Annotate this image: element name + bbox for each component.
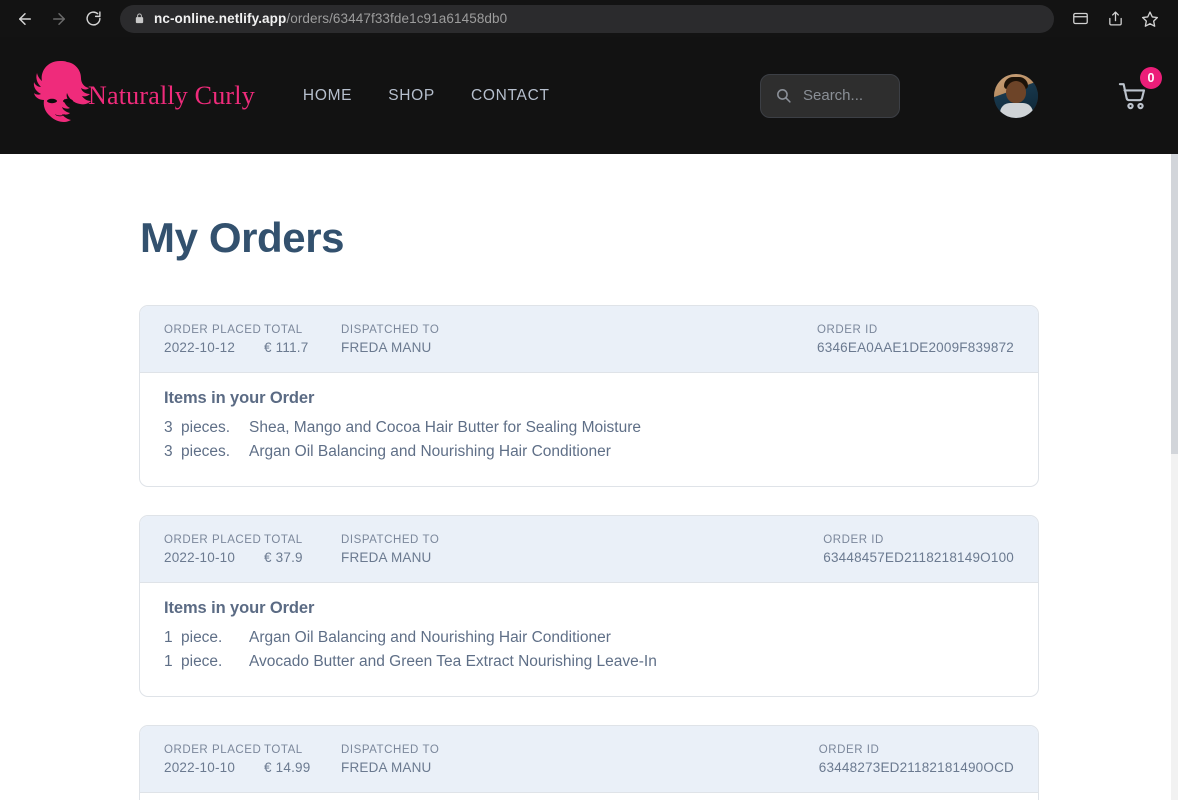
order-summary-header: ORDER PLACED 2022-10-12 TOTAL € 111.7 DI… <box>140 306 1038 373</box>
nav-link-contact[interactable]: CONTACT <box>471 87 550 105</box>
back-arrow-icon[interactable] <box>10 4 40 34</box>
order-summary-header: ORDER PLACED 2022-10-10 TOTAL € 14.99 DI… <box>140 726 1038 793</box>
share-icon[interactable] <box>1099 4 1131 34</box>
cart-count-badge: 0 <box>1140 66 1162 89</box>
curly-hair-woman-logo <box>33 60 91 122</box>
header-right: Search... 0 <box>760 66 1162 118</box>
order-placed-value: 2022-10-10 <box>164 550 236 565</box>
list-item: 1 piece. Argan Oil Balancing and Nourish… <box>164 626 1014 650</box>
search-placeholder: Search... <box>803 87 864 104</box>
order-items: Items in your Order 1 piece. Argan Oil B… <box>140 583 1038 696</box>
list-item: 1 piece. Avocado Butter and Green Tea Ex… <box>164 650 1014 674</box>
order-total-label: TOTAL <box>264 534 303 546</box>
item-unit: pieces. <box>181 443 231 460</box>
order-card[interactable]: ORDER PLACED 2022-10-12 TOTAL € 111.7 DI… <box>139 305 1039 487</box>
browser-actions <box>1064 4 1168 34</box>
order-total-value: € 14.99 <box>264 760 311 775</box>
order-id-label: ORDER ID <box>823 534 884 546</box>
item-qty: 1 <box>164 653 173 670</box>
dispatched-to-label: DISPATCHED TO <box>341 324 440 336</box>
dispatched-to-label: DISPATCHED TO <box>341 744 440 756</box>
site-header: Naturally Curly HOME SHOP CONTACT Search… <box>0 37 1178 154</box>
item-qty: 3 <box>164 443 173 460</box>
dispatched-to-value: FREDA MANU <box>341 550 432 565</box>
cart-button[interactable]: 0 <box>1116 66 1162 111</box>
item-unit: piece. <box>181 653 223 670</box>
order-id-value: 63448457ED2118218149O100 <box>823 550 1014 565</box>
order-placed-value: 2022-10-10 <box>164 760 236 775</box>
logo-text: Naturally Curly <box>88 80 255 110</box>
search-input[interactable]: Search... <box>760 73 900 118</box>
order-id-value: 6346EA0AAE1DE2009F839872 <box>817 340 1014 355</box>
order-items: Items in your Order 3 pieces. Shea, Mang… <box>140 373 1038 486</box>
order-placed-label: ORDER PLACED <box>164 324 262 336</box>
url-path: /orders/63447f33fde1c91a61458db0 <box>286 11 508 26</box>
nav-link-shop[interactable]: SHOP <box>388 87 435 105</box>
page-content: My Orders ORDER PLACED 2022-10-12 TOTAL … <box>0 154 1178 800</box>
card-icon[interactable] <box>1064 4 1096 34</box>
reload-icon[interactable] <box>78 4 108 34</box>
orders-list: ORDER PLACED 2022-10-12 TOTAL € 111.7 DI… <box>139 262 1039 800</box>
site-logo[interactable]: Naturally Curly <box>30 57 255 135</box>
item-name: Argan Oil Balancing and Nourishing Hair … <box>249 443 611 460</box>
page-title: My Orders <box>140 214 345 261</box>
order-total-value: € 37.9 <box>264 550 303 565</box>
url-domain: nc-online.netlify.app <box>154 11 287 26</box>
order-items <box>140 793 1038 800</box>
dispatched-to-label: DISPATCHED TO <box>341 534 440 546</box>
order-card[interactable]: ORDER PLACED 2022-10-10 TOTAL € 37.9 DIS… <box>139 515 1039 697</box>
order-summary-header: ORDER PLACED 2022-10-10 TOTAL € 37.9 DIS… <box>140 516 1038 583</box>
browser-toolbar: nc-online.netlify.app/orders/63447f33fde… <box>0 0 1178 37</box>
lock-icon <box>134 12 145 25</box>
search-icon <box>775 87 792 104</box>
avatar[interactable] <box>994 73 1038 118</box>
scrollbar-thumb[interactable] <box>1171 154 1178 454</box>
dispatched-to-value: FREDA MANU <box>341 340 432 355</box>
item-unit: piece. <box>181 629 223 646</box>
order-total-value: € 111.7 <box>264 340 309 355</box>
item-name: Shea, Mango and Cocoa Hair Butter for Se… <box>249 419 642 436</box>
order-placed-label: ORDER PLACED <box>164 534 262 546</box>
items-title: Items in your Order <box>164 599 315 617</box>
nav-link-home[interactable]: HOME <box>303 87 352 105</box>
list-item: 3 pieces. Shea, Mango and Cocoa Hair But… <box>164 416 1014 440</box>
order-id-label: ORDER ID <box>818 744 880 756</box>
item-name: Avocado Butter and Green Tea Extract Nou… <box>249 653 657 670</box>
order-id-value: 63448273ED21182181490OCD <box>818 760 1014 775</box>
item-qty: 3 <box>164 419 173 436</box>
order-card[interactable]: ORDER PLACED 2022-10-10 TOTAL € 14.99 DI… <box>139 725 1039 800</box>
item-qty: 1 <box>164 629 173 646</box>
bookmark-star-icon[interactable] <box>1134 4 1166 34</box>
main-nav: HOME SHOP CONTACT <box>303 87 550 105</box>
list-item: 3 pieces. Argan Oil Balancing and Nouris… <box>164 440 1014 464</box>
order-total-label: TOTAL <box>264 324 303 336</box>
items-title: Items in your Order <box>164 389 315 407</box>
order-placed-label: ORDER PLACED <box>164 744 262 756</box>
forward-arrow-icon[interactable] <box>44 4 74 34</box>
order-placed-value: 2022-10-12 <box>164 340 236 355</box>
address-bar[interactable]: nc-online.netlify.app/orders/63447f33fde… <box>120 4 1054 33</box>
dispatched-to-value: FREDA MANU <box>341 760 432 775</box>
order-total-label: TOTAL <box>264 744 303 756</box>
page-scrollbar[interactable] <box>1171 154 1178 800</box>
item-name: Argan Oil Balancing and Nourishing Hair … <box>249 629 611 646</box>
order-id-label: ORDER ID <box>817 324 878 336</box>
item-unit: pieces. <box>181 419 231 436</box>
